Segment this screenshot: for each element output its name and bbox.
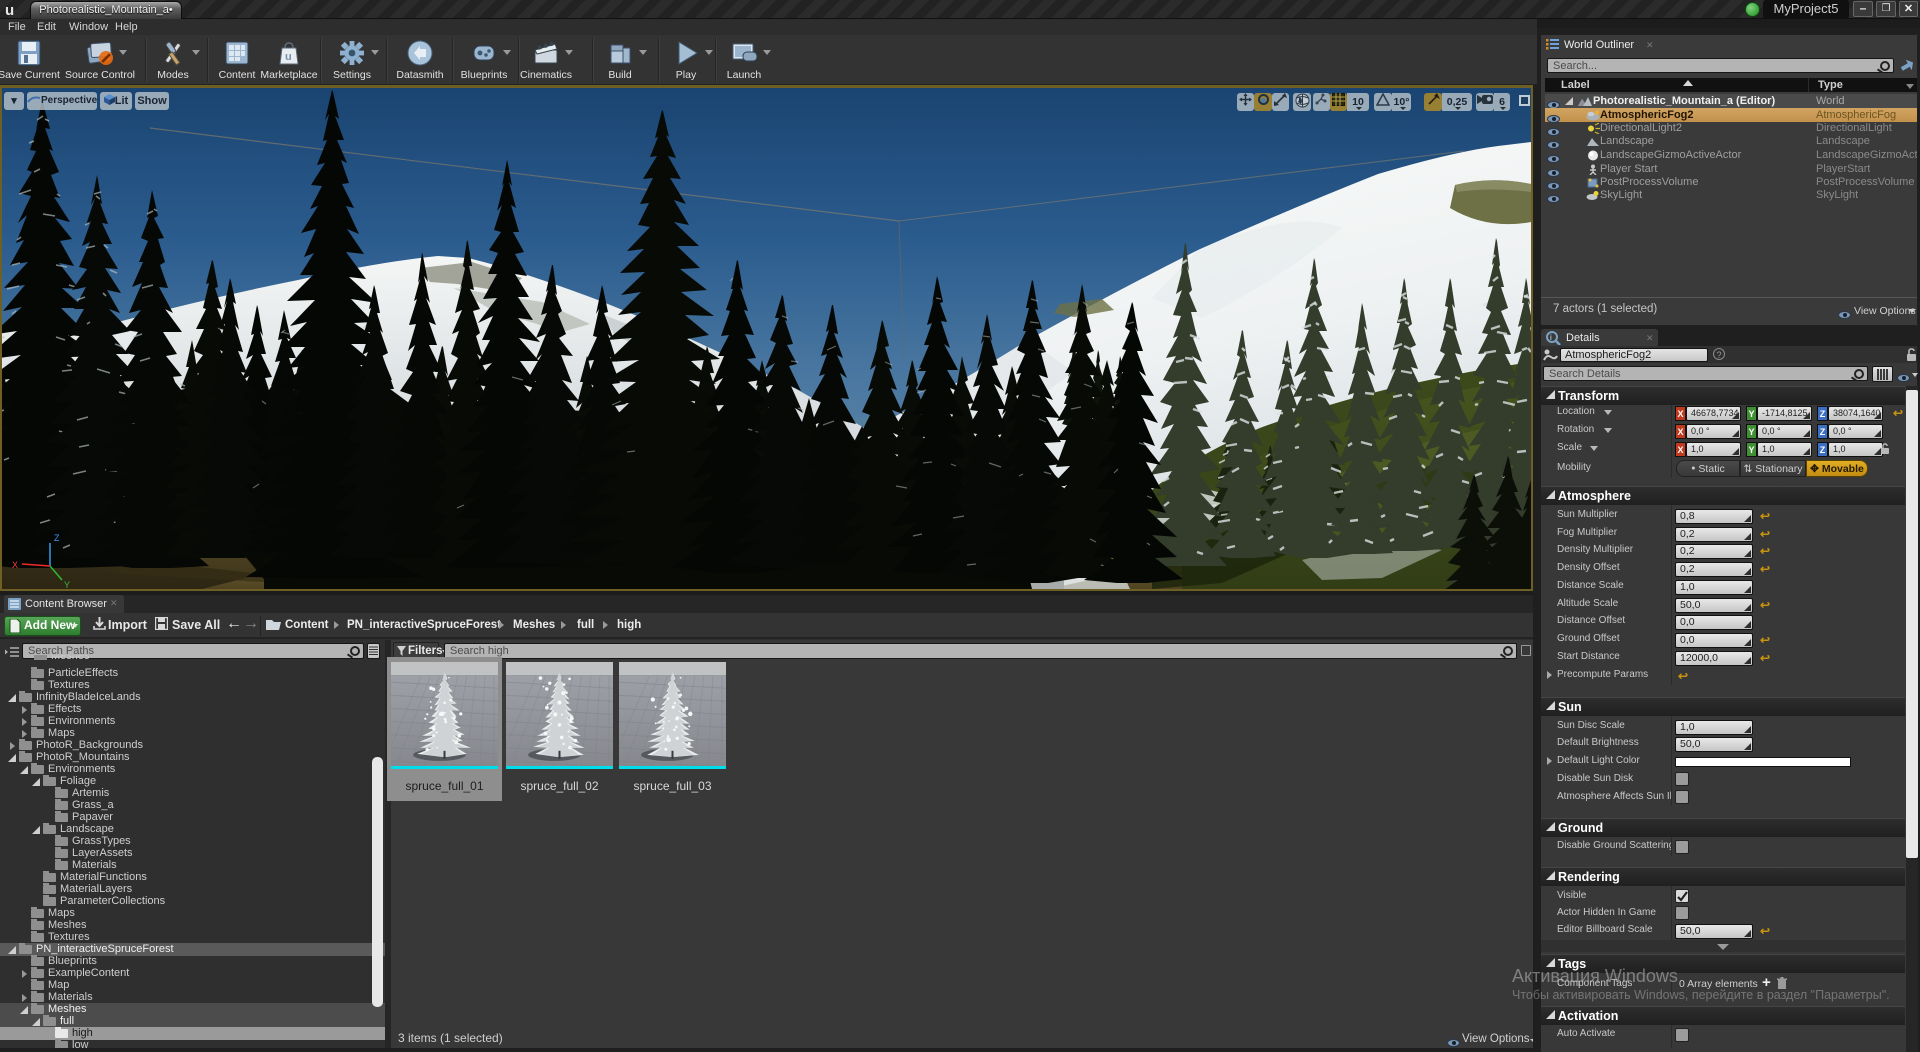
svg-text:Z: Z xyxy=(54,533,60,543)
svg-text:u: u xyxy=(285,51,292,63)
svg-text:i: i xyxy=(1550,333,1552,342)
svg-text:u: u xyxy=(5,2,14,18)
svg-text:Y: Y xyxy=(64,580,70,589)
svg-text:X: X xyxy=(12,560,18,570)
